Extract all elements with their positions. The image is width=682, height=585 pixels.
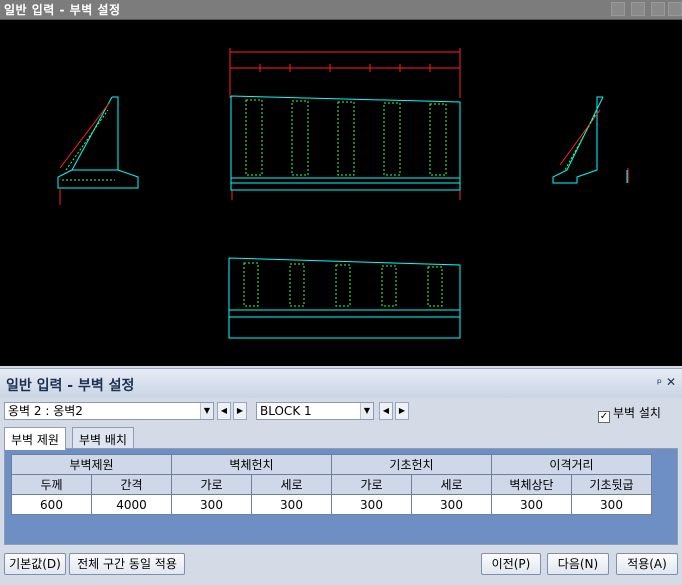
close-icon[interactable]: ✕	[666, 375, 676, 389]
chevron-down-icon[interactable]: ▼	[360, 403, 373, 419]
next-button[interactable]: 다음(N)	[547, 553, 609, 575]
table-cell[interactable]: 300	[491, 494, 572, 515]
block-prev-button[interactable]: ◀	[379, 402, 393, 420]
elevation-dimensions	[229, 48, 461, 200]
wall-select-value: 옹벽 2 : 옹벽2	[8, 404, 83, 418]
right-section-drawing	[552, 96, 629, 184]
group-header: 벽체헌치	[171, 454, 332, 475]
block-select[interactable]: BLOCK 1 ▼	[256, 402, 374, 420]
pin-icon[interactable]: ᵖ	[657, 376, 662, 390]
default-button[interactable]: 기본값(D)	[4, 553, 66, 575]
table-cell[interactable]: 300	[571, 494, 652, 515]
table-cell[interactable]: 300	[251, 494, 332, 515]
window-control-3[interactable]	[651, 2, 665, 16]
prev-button[interactable]: 이전(P)	[481, 553, 541, 575]
table-row: 600 4000 300 300 300 300 300 300	[11, 494, 652, 515]
window-control-1[interactable]	[611, 2, 625, 16]
column-header: 두께	[11, 474, 92, 495]
elevation-drawing	[230, 95, 461, 191]
panel-title-bar: 일반 입력 - 부벽 설정 ᵖ ✕	[0, 368, 682, 398]
buttress-table: 부벽제원 벽체헌치 기초헌치 이격거리 두께 간격 가로 세로 가로 세로 벽체…	[11, 454, 652, 515]
block-select-value: BLOCK 1	[260, 404, 312, 418]
table-column-header-row: 두께 간격 가로 세로 가로 세로 벽체상단 기초뒷굽	[11, 474, 652, 495]
wall-prev-button[interactable]: ◀	[217, 402, 231, 420]
block-next-button[interactable]: ▶	[395, 402, 409, 420]
column-header: 세로	[411, 474, 492, 495]
column-header: 가로	[171, 474, 252, 495]
apply-all-sections-button[interactable]: 전체 구간 동일 적용	[69, 553, 185, 575]
table-group-header-row: 부벽제원 벽체헌치 기초헌치 이격거리	[11, 454, 652, 475]
left-section-drawing	[57, 96, 139, 205]
window-control-4[interactable]	[668, 2, 682, 16]
group-header: 기초헌치	[331, 454, 492, 475]
column-header: 기초뒷굽	[571, 474, 652, 495]
window-title: 일반 입력 - 부벽 설정	[4, 3, 121, 17]
tab-content: 부벽제원 벽체헌치 기초헌치 이격거리 두께 간격 가로 세로 가로 세로 벽체…	[4, 448, 678, 545]
chevron-down-icon[interactable]: ▼	[200, 403, 213, 419]
wall-next-button[interactable]: ▶	[233, 402, 247, 420]
cad-drawing	[57, 48, 629, 339]
window-title-bar: 일반 입력 - 부벽 설정	[0, 0, 682, 20]
column-header: 세로	[251, 474, 332, 495]
cad-preview-canvas[interactable]	[0, 20, 682, 366]
table-cell[interactable]: 300	[411, 494, 492, 515]
table-cell[interactable]: 300	[331, 494, 412, 515]
checkbox-check-icon[interactable]: ✓	[598, 411, 610, 423]
plan-drawing	[228, 257, 461, 339]
table-cell[interactable]: 600	[11, 494, 92, 515]
window-control-2[interactable]	[631, 2, 645, 16]
install-buttress-label: 부벽 설치	[613, 406, 661, 420]
tab-buttress-specs[interactable]: 부벽 제원	[4, 427, 66, 450]
group-header: 부벽제원	[11, 454, 172, 475]
table-cell[interactable]: 4000	[91, 494, 172, 515]
column-header: 벽체상단	[491, 474, 572, 495]
panel-title: 일반 입력 - 부벽 설정	[6, 378, 135, 394]
table-cell[interactable]: 300	[171, 494, 252, 515]
column-header: 간격	[91, 474, 172, 495]
wall-select[interactable]: 옹벽 2 : 옹벽2 ▼	[4, 402, 214, 420]
column-header: 가로	[331, 474, 412, 495]
tab-buttress-layout[interactable]: 부벽 배치	[72, 427, 134, 449]
install-buttress-checkbox[interactable]: ✓ 부벽 설치	[598, 404, 661, 423]
group-header: 이격거리	[491, 454, 652, 475]
apply-button[interactable]: 적용(A)	[616, 553, 678, 575]
